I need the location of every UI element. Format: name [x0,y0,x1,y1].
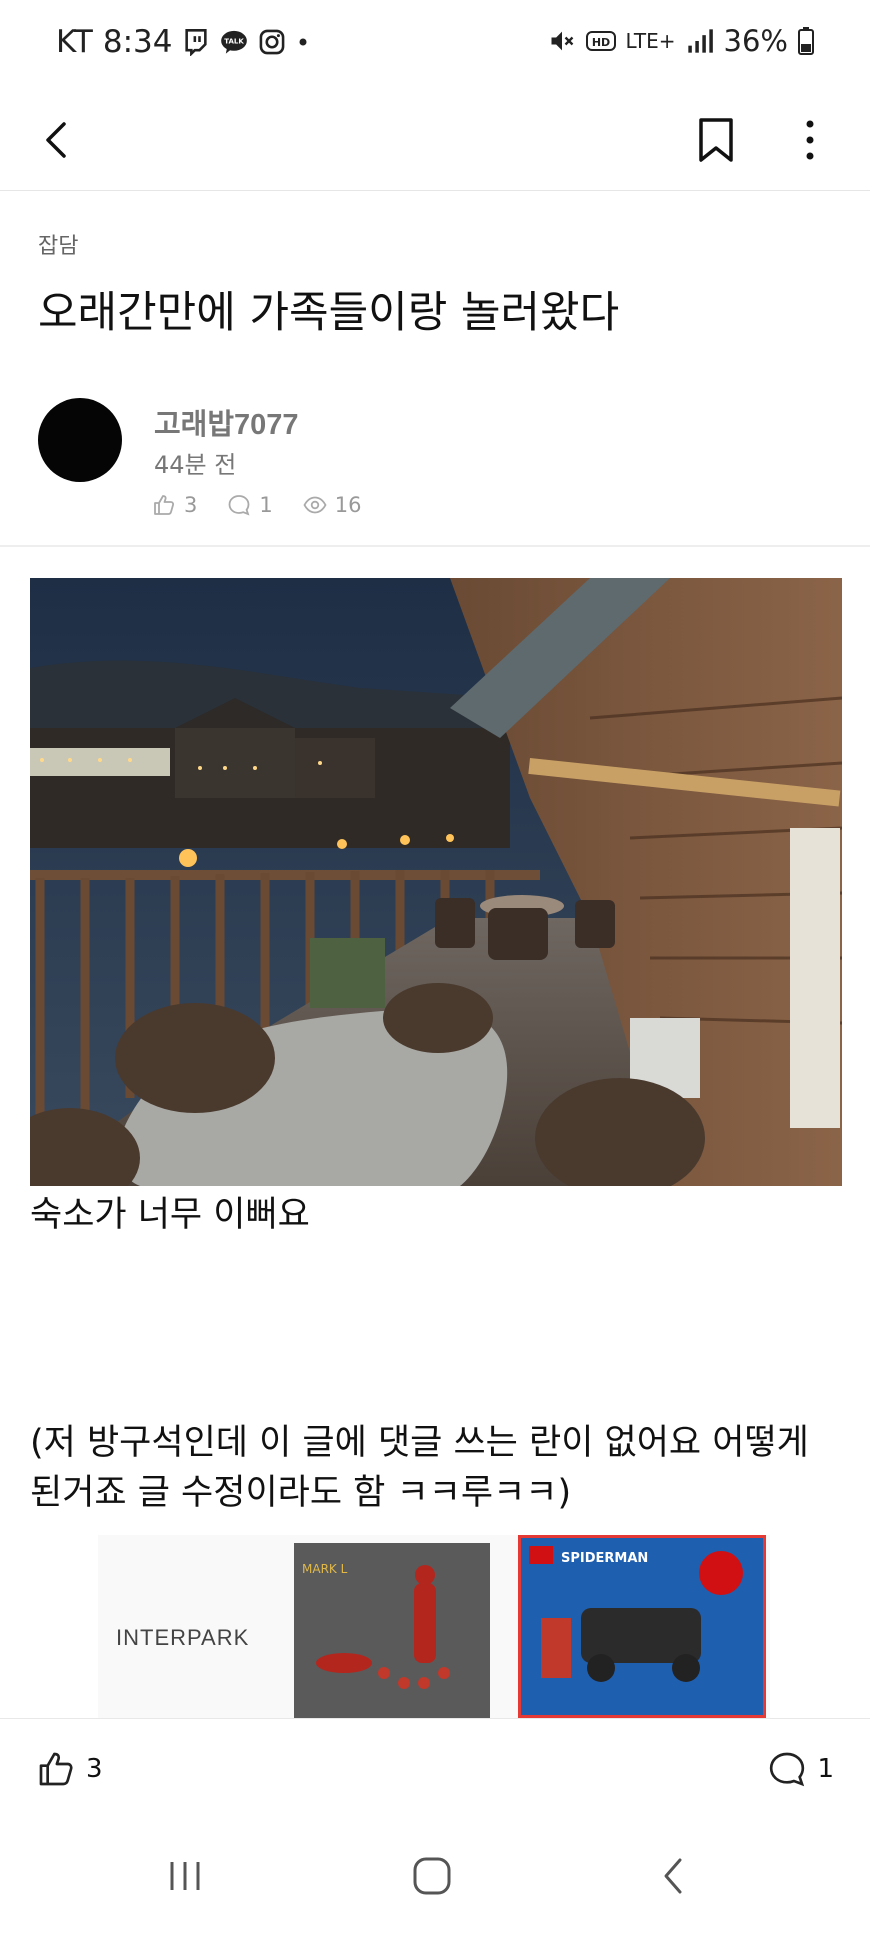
status-bar: KT 8:34 TALK HD LTE+ 36% [0,0,870,90]
eye-icon [303,496,327,514]
home-icon[interactable] [404,1854,460,1898]
status-time: 8:34 [102,24,173,60]
stat-likes: 3 [184,493,198,517]
back-arrow-icon[interactable] [30,112,86,168]
mute-icon [551,31,573,51]
battery-icon [798,27,814,55]
recent-apps-icon[interactable] [160,1854,210,1898]
system-nav-bar [0,1818,870,1933]
battery-percent: 36% [723,24,788,58]
post-photo[interactable] [30,578,842,1186]
bookmark-icon[interactable] [688,112,744,168]
ad-brand-logo: INTERPARK [116,1625,250,1650]
post-stats: 3 1 16 [152,493,361,517]
ad-lego-illustration: SPIDERMAN [521,1538,763,1715]
like-button[interactable]: 3 [36,1749,103,1789]
ad-product-image-1[interactable]: MARK L [294,1543,490,1718]
ad-figure-illustration: MARK L [294,1543,490,1718]
more-vert-icon[interactable] [782,112,838,168]
svg-text:TALK: TALK [225,38,245,46]
author-name[interactable]: 고래밥7077 [154,401,299,443]
twitch-icon [185,29,208,56]
post-body-line-2: (저 방구석인데 이 글에 댓글 쓰는 란이 없어요 어떻게 된거죠 글 수정이… [30,1423,809,1513]
comment-icon [228,495,250,516]
comment-button[interactable]: 1 [767,1749,834,1789]
kakaotalk-icon: TALK [221,30,248,54]
thumbs-up-icon [39,1752,73,1786]
nav-back-icon[interactable] [650,1854,700,1898]
post-category[interactable]: 잡담 [38,228,78,260]
app-bar [0,90,870,191]
comment-icon [770,1752,805,1787]
network-label: LTE+ [625,29,676,53]
notification-dot-icon [299,38,307,46]
like-count: 3 [86,1754,103,1784]
stat-comments: 1 [259,493,273,517]
post-time: 44분 전 [154,451,237,479]
hd-icon: HD [585,31,616,51]
bottom-action-bar: 3 1 [0,1718,870,1819]
header-divider [0,545,870,547]
signal-icon [687,29,713,53]
svg-text:HD: HD [591,36,609,49]
ad-banner[interactable]: INTERPARK MARK L SPIDERMAN [98,1535,770,1718]
status-right: HD LTE+ 36% [548,24,814,58]
thumbs-up-icon [154,495,175,515]
avatar[interactable] [38,398,122,482]
ad-product-image-2[interactable]: SPIDERMAN [518,1535,766,1718]
status-left: KT 8:34 TALK [56,24,310,60]
post-title: 오래간만에 가족들이랑 놀러왔다 [38,288,620,338]
post-body-line-1: 숙소가 너무 이뻐요 [30,1195,310,1235]
carrier-label: KT [56,24,93,60]
ad-product-label-2: SPIDERMAN [561,1551,648,1566]
comment-count: 1 [817,1754,834,1784]
instagram-icon [260,29,285,55]
stat-views: 16 [334,493,362,517]
ad-product-label-1: MARK L [302,1562,348,1576]
